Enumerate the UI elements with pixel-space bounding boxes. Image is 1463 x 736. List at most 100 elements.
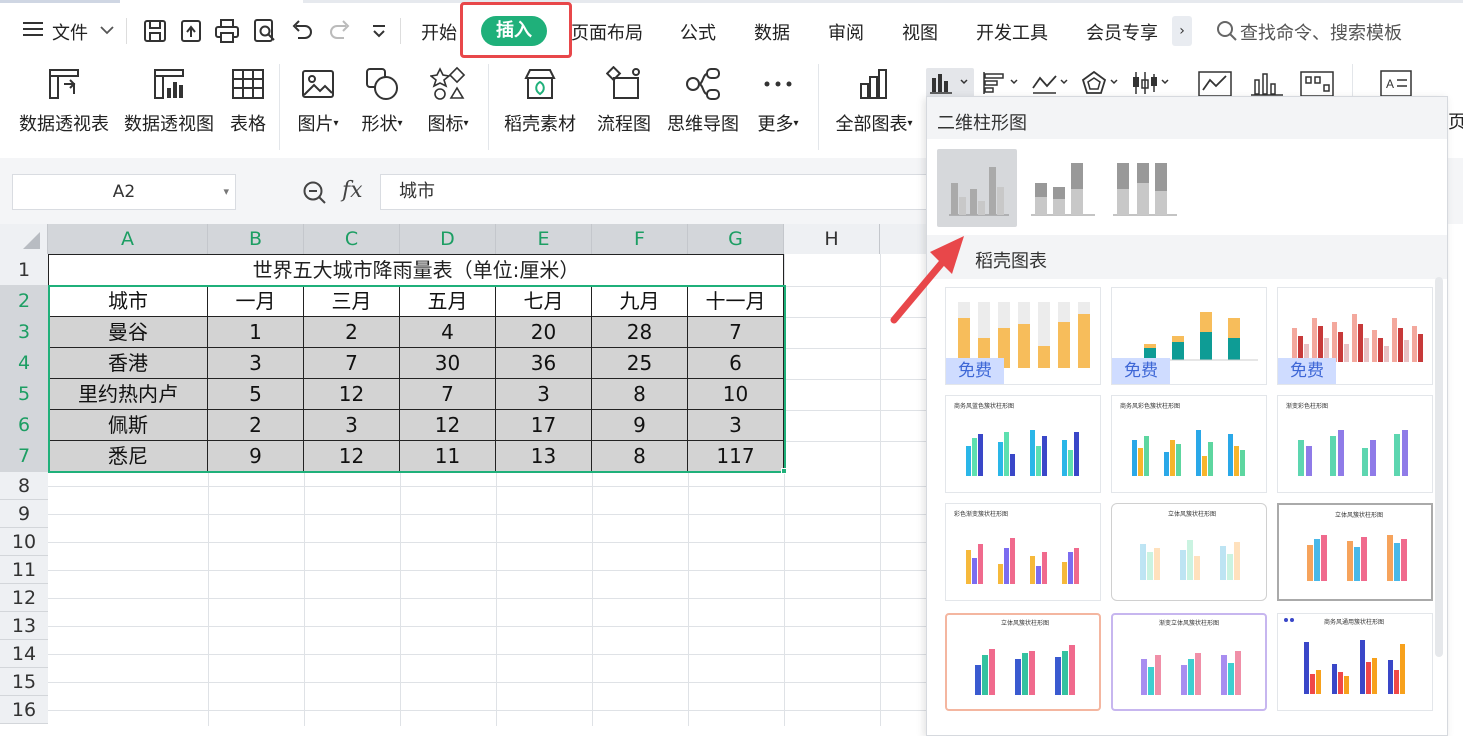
table-cell[interactable]: 28 bbox=[592, 317, 688, 348]
command-search[interactable]: 查找命令、搜索模板 bbox=[1216, 19, 1402, 45]
chart-template-card[interactable]: 渐变彩色柱形图 bbox=[1277, 395, 1433, 493]
hamburger-icon[interactable] bbox=[22, 19, 44, 39]
table-cell[interactable]: 20 bbox=[496, 317, 592, 348]
formula-input[interactable]: 城市 bbox=[380, 174, 940, 210]
fx-icon[interactable]: fx bbox=[342, 178, 363, 203]
table-header-cell[interactable]: 十一月 bbox=[688, 286, 784, 317]
redo-icon[interactable] bbox=[327, 18, 353, 44]
table-cell[interactable]: 7 bbox=[400, 379, 496, 410]
row-header[interactable]: 2 bbox=[0, 286, 48, 317]
table-cell[interactable]: 6 bbox=[688, 348, 784, 379]
chart-template-card[interactable]: 立体风簇状柱形图 bbox=[1277, 503, 1433, 601]
table-cell[interactable]: 25 bbox=[592, 348, 688, 379]
column-header-a[interactable]: A bbox=[48, 224, 208, 254]
table-cell[interactable]: 12 bbox=[304, 441, 400, 472]
table-cell[interactable]: 7 bbox=[688, 317, 784, 348]
chart-template-card[interactable]: 商务风通用簇状柱形图 bbox=[1277, 613, 1433, 711]
table-cell[interactable]: 里约热内卢 bbox=[48, 379, 208, 410]
table-cell[interactable]: 36 bbox=[496, 348, 592, 379]
column-chart-type-button[interactable] bbox=[926, 68, 974, 98]
table-cell[interactable]: 8 bbox=[592, 379, 688, 410]
column-header-b[interactable]: B bbox=[208, 224, 304, 254]
row-header[interactable]: 12 bbox=[0, 584, 48, 612]
table-cell[interactable]: 12 bbox=[400, 410, 496, 441]
customize-toolbar-icon[interactable] bbox=[366, 18, 392, 44]
chart-template-card[interactable]: 商务风彩色簇状柱形图 bbox=[1111, 395, 1267, 493]
pivot-table-button[interactable]: 数据透视表 bbox=[18, 66, 110, 138]
tab-formulas[interactable]: 公式 bbox=[680, 19, 716, 45]
row-header[interactable]: 14 bbox=[0, 640, 48, 668]
zoom-icon[interactable] bbox=[302, 180, 328, 206]
row-header[interactable]: 4 bbox=[0, 348, 48, 379]
pivot-chart-button[interactable]: 数据透视图 bbox=[122, 66, 216, 138]
icons-button[interactable]: 图标▾ bbox=[422, 66, 474, 138]
shape-button[interactable]: 形状▾ bbox=[356, 66, 408, 138]
file-menu[interactable]: 文件 bbox=[52, 19, 88, 45]
clustered-column-option[interactable] bbox=[937, 149, 1017, 227]
table-cell[interactable]: 117 bbox=[688, 441, 784, 472]
chart-template-card[interactable]: 立体风簇状柱形图 bbox=[945, 613, 1101, 711]
mindmap-button[interactable]: 思维导图 bbox=[666, 66, 740, 138]
all-charts-button[interactable]: 全部图表▾ bbox=[830, 66, 918, 138]
table-header-cell[interactable]: 一月 bbox=[208, 286, 304, 317]
column-header-c[interactable]: C bbox=[304, 224, 400, 254]
column-header-g[interactable]: G bbox=[688, 224, 784, 254]
table-cell[interactable]: 30 bbox=[400, 348, 496, 379]
table-button[interactable]: 表格 bbox=[228, 66, 268, 138]
column-header-f[interactable]: F bbox=[592, 224, 688, 254]
row-header[interactable]: 10 bbox=[0, 528, 48, 556]
table-cell[interactable]: 4 bbox=[400, 317, 496, 348]
table-cell[interactable]: 11 bbox=[400, 441, 496, 472]
table-header-cell[interactable]: 七月 bbox=[496, 286, 592, 317]
bar-chart-type-button[interactable] bbox=[980, 68, 1024, 98]
table-cell[interactable]: 7 bbox=[304, 348, 400, 379]
export-pdf-icon[interactable] bbox=[178, 18, 204, 44]
tab-home[interactable]: 开始 bbox=[421, 19, 457, 45]
row-header[interactable]: 1 bbox=[0, 254, 48, 286]
flowchart-button[interactable]: 流程图 bbox=[594, 66, 654, 138]
table-cell[interactable]: 13 bbox=[496, 441, 592, 472]
sparkline-line-button[interactable] bbox=[1196, 68, 1236, 98]
tab-page-layout[interactable]: 页面布局 bbox=[571, 19, 643, 45]
table-cell[interactable]: 17 bbox=[496, 410, 592, 441]
chevron-down-icon[interactable] bbox=[98, 21, 116, 39]
table-cell[interactable]: 香港 bbox=[48, 348, 208, 379]
row-header[interactable]: 6 bbox=[0, 410, 48, 441]
table-cell[interactable]: 3 bbox=[688, 410, 784, 441]
table-cell[interactable]: 9 bbox=[592, 410, 688, 441]
table-cell[interactable]: 3 bbox=[304, 410, 400, 441]
select-all-corner[interactable] bbox=[0, 224, 48, 254]
stacked-column-option[interactable] bbox=[1027, 149, 1107, 227]
fill-handle[interactable] bbox=[781, 468, 787, 474]
docer-material-button[interactable]: 稻壳素材 bbox=[502, 66, 578, 138]
textbox-button[interactable]: A bbox=[1378, 68, 1414, 98]
table-cell[interactable]: 3 bbox=[496, 379, 592, 410]
table-cell[interactable]: 5 bbox=[208, 379, 304, 410]
row-header[interactable]: 8 bbox=[0, 472, 48, 500]
name-box[interactable]: A2 ▾ bbox=[12, 174, 236, 210]
table-header-cell[interactable]: 三月 bbox=[304, 286, 400, 317]
print-icon[interactable] bbox=[214, 18, 240, 44]
chart-template-card[interactable]: 免费 bbox=[1111, 287, 1267, 385]
table-cell[interactable]: 1 bbox=[208, 317, 304, 348]
row-header[interactable]: 16 bbox=[0, 696, 48, 724]
radar-chart-type-button[interactable] bbox=[1080, 68, 1124, 98]
spreadsheet-grid[interactable]: A B C D E F G H 1 2 3 4 5 6 7 8 9 10 11 … bbox=[0, 224, 930, 726]
table-cell[interactable]: 8 bbox=[592, 441, 688, 472]
table-cell[interactable]: 9 bbox=[208, 441, 304, 472]
table-cell[interactable]: 曼谷 bbox=[48, 317, 208, 348]
tab-member[interactable]: 会员专享 bbox=[1086, 19, 1158, 45]
column-header-d[interactable]: D bbox=[400, 224, 496, 254]
chart-template-card[interactable]: 商务风蓝色簇状柱形图 bbox=[945, 395, 1101, 493]
column-header-e[interactable]: E bbox=[496, 224, 592, 254]
tab-developer[interactable]: 开发工具 bbox=[976, 19, 1048, 45]
table-cell[interactable]: 3 bbox=[208, 348, 304, 379]
row-header[interactable]: 9 bbox=[0, 500, 48, 528]
print-preview-icon[interactable] bbox=[252, 18, 278, 44]
percent-stacked-column-option[interactable] bbox=[1113, 149, 1193, 227]
stock-chart-type-button[interactable] bbox=[1130, 68, 1174, 98]
row-header[interactable]: 5 bbox=[0, 379, 48, 410]
sparkline-winloss-button[interactable] bbox=[1298, 68, 1338, 98]
row-header[interactable]: 7 bbox=[0, 441, 48, 472]
table-cell[interactable]: 10 bbox=[688, 379, 784, 410]
